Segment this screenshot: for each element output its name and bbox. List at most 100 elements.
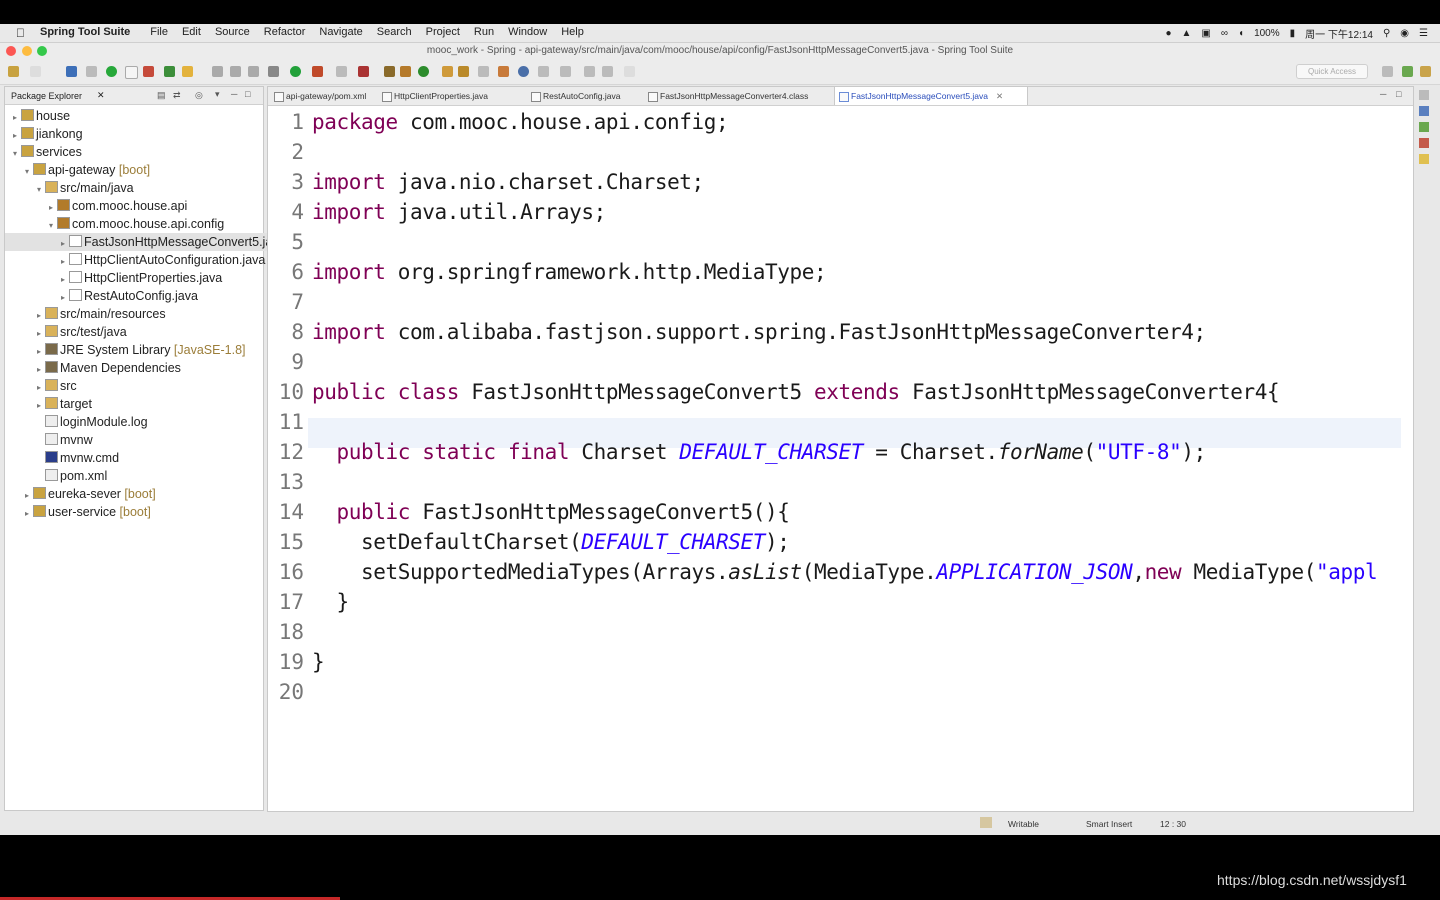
- quick-access-input[interactable]: Quick Access: [1296, 64, 1368, 79]
- minimize-view-icon[interactable]: ─: [231, 89, 237, 99]
- tree-item[interactable]: ▾ api-gateway [boot]: [5, 161, 283, 179]
- tab-pom-xml[interactable]: api-gateway/pom.xml: [270, 87, 390, 105]
- tree-item[interactable]: ▸ src/test/java: [5, 323, 295, 341]
- save-icon[interactable]: [30, 66, 41, 77]
- menu-run[interactable]: Run: [474, 26, 494, 38]
- toggle-mark-icon[interactable]: [125, 66, 138, 79]
- code-line[interactable]: package com.mooc.house.api.config;: [312, 110, 729, 134]
- tree-item[interactable]: ▸ src: [5, 377, 295, 395]
- menu-source[interactable]: Source: [215, 26, 250, 38]
- maximize-editor-icon[interactable]: □: [1396, 89, 1401, 99]
- menu-navigate[interactable]: Navigate: [319, 26, 362, 38]
- chevron-right-icon[interactable]: ▸: [37, 325, 45, 341]
- link-with-editor-icon[interactable]: ⇄: [173, 90, 181, 101]
- chevron-right-icon[interactable]: ▸: [37, 307, 45, 323]
- menu-help[interactable]: Help: [561, 26, 584, 38]
- tree-item[interactable]: ▸ target: [5, 395, 295, 413]
- spring-explorer-icon[interactable]: [1419, 122, 1429, 132]
- code-line[interactable]: setSupportedMediaTypes(Arrays.asList(Med…: [312, 560, 1378, 584]
- last-edit-icon[interactable]: [624, 66, 635, 77]
- tab-http-client-properties[interactable]: HttpClientProperties.java: [378, 87, 514, 105]
- java-perspective-icon[interactable]: [1420, 66, 1431, 77]
- code-line[interactable]: setDefaultCharset(DEFAULT_CHARSET);: [312, 530, 790, 554]
- chevron-right-icon[interactable]: ▸: [37, 343, 45, 359]
- chevron-down-icon[interactable]: ▾: [37, 181, 45, 197]
- tree-item[interactable]: ▸ Maven Dependencies: [5, 359, 295, 377]
- coverage-icon[interactable]: [312, 66, 323, 77]
- restore-icon[interactable]: [1419, 90, 1429, 100]
- console-icon[interactable]: [66, 66, 77, 77]
- chevron-right-icon[interactable]: ▸: [61, 235, 69, 251]
- new-icon[interactable]: [8, 66, 19, 77]
- tree-item[interactable]: mvnw: [5, 431, 295, 449]
- new-package-icon[interactable]: [384, 66, 395, 77]
- menu-window[interactable]: Window: [508, 26, 547, 38]
- web-browser-icon[interactable]: [518, 66, 529, 77]
- tree-item[interactable]: ▸ JRE System Library [JavaSE-1.8]: [5, 341, 295, 359]
- debug-icon[interactable]: [268, 66, 279, 77]
- tab-rest-auto-config[interactable]: RestAutoConfig.java: [527, 87, 643, 105]
- chevron-down-icon[interactable]: ▾: [13, 145, 21, 161]
- tree-item[interactable]: ▾ src/main/java: [5, 179, 295, 197]
- tree-item[interactable]: mvnw.cmd: [5, 449, 295, 467]
- chevron-right-icon[interactable]: ▸: [49, 199, 57, 215]
- refresh-icon[interactable]: [212, 66, 223, 77]
- code-line[interactable]: import org.springframework.http.MediaTyp…: [312, 260, 827, 284]
- outline-icon[interactable]: [1419, 106, 1429, 116]
- code-line[interactable]: public static final Charset DEFAULT_CHAR…: [312, 440, 1207, 464]
- open-perspective-icon[interactable]: [1382, 66, 1393, 77]
- code-area[interactable]: 1 package com.mooc.house.api.config; 2 3 imp…: [268, 107, 1413, 807]
- spring-perspective-icon[interactable]: [1402, 66, 1413, 77]
- tab-fastjson-converter4-class[interactable]: FastJsonHttpMessageConverter4.class: [644, 87, 830, 105]
- code-line[interactable]: public class FastJsonHttpMessageConvert5…: [312, 380, 1280, 404]
- tree-item[interactable]: ▸ user-service [boot]: [5, 503, 283, 521]
- next-annotation-icon[interactable]: [538, 66, 549, 77]
- focus-task-icon[interactable]: ◎: [195, 90, 203, 101]
- bell-icon[interactable]: ●: [1165, 28, 1171, 39]
- open-task-icon[interactable]: [182, 66, 193, 77]
- code-line[interactable]: import java.util.Arrays;: [312, 200, 606, 224]
- code-line[interactable]: }: [312, 650, 325, 674]
- siri-icon[interactable]: ◉: [1400, 28, 1409, 39]
- tree-item[interactable]: ▸ eureka-sever [boot]: [5, 485, 283, 503]
- new-class-icon[interactable]: [400, 66, 411, 77]
- airplay-icon[interactable]: ▲: [1182, 28, 1192, 39]
- menubar-clock[interactable]: 周一 下午12:14: [1305, 26, 1373, 41]
- tree-item[interactable]: loginModule.log: [5, 413, 295, 431]
- chevron-right-icon[interactable]: ▸: [61, 253, 69, 269]
- display-icon[interactable]: ▣: [1201, 28, 1210, 39]
- wifi-icon[interactable]: ◖: [1238, 28, 1244, 39]
- menu-project[interactable]: Project: [426, 26, 460, 38]
- collapse-all-icon[interactable]: ▤: [157, 90, 166, 101]
- menu-refactor[interactable]: Refactor: [264, 26, 306, 38]
- external-tools-icon[interactable]: [336, 66, 347, 77]
- minimize-editor-icon[interactable]: ─: [1380, 89, 1386, 99]
- forward-icon[interactable]: [602, 66, 613, 77]
- notification-center-icon[interactable]: ☰: [1419, 28, 1428, 39]
- chevron-right-icon[interactable]: ▸: [37, 361, 45, 377]
- close-view-icon[interactable]: ✕: [97, 90, 105, 101]
- tree-item[interactable]: ▸ src/main/resources: [5, 305, 295, 323]
- menu-edit[interactable]: Edit: [182, 26, 201, 38]
- code-line[interactable]: import com.alibaba.fastjson.support.spri…: [312, 320, 1206, 344]
- run-icon[interactable]: [290, 66, 301, 77]
- package-explorer-title[interactable]: Package Explorer: [11, 91, 82, 101]
- code-line[interactable]: import java.nio.charset.Charset;: [312, 170, 704, 194]
- annotation-icon[interactable]: [498, 66, 509, 77]
- boot-dashboard-icon[interactable]: [1419, 154, 1429, 164]
- menu-app-name[interactable]: Spring Tool Suite: [40, 26, 130, 38]
- tree-item[interactable]: ▾ services: [5, 143, 271, 161]
- open-type-icon[interactable]: [164, 66, 175, 77]
- tab-fastjson-convert5-java[interactable]: FastJsonHttpMessageConvert5.java ✕: [834, 87, 1028, 105]
- tree-item[interactable]: pom.xml: [5, 467, 295, 485]
- spring-boot-icon[interactable]: [106, 66, 117, 77]
- chevron-right-icon[interactable]: ▸: [25, 487, 33, 503]
- code-line[interactable]: }: [312, 590, 349, 614]
- chevron-right-icon[interactable]: ▸: [13, 109, 21, 125]
- open-resource-icon[interactable]: [458, 66, 469, 77]
- new-spring-icon[interactable]: [418, 66, 429, 77]
- menu-search[interactable]: Search: [377, 26, 412, 38]
- chevron-right-icon[interactable]: ▸: [61, 271, 69, 287]
- maximize-view-icon[interactable]: □: [245, 89, 250, 99]
- relaunch-icon[interactable]: [143, 66, 154, 77]
